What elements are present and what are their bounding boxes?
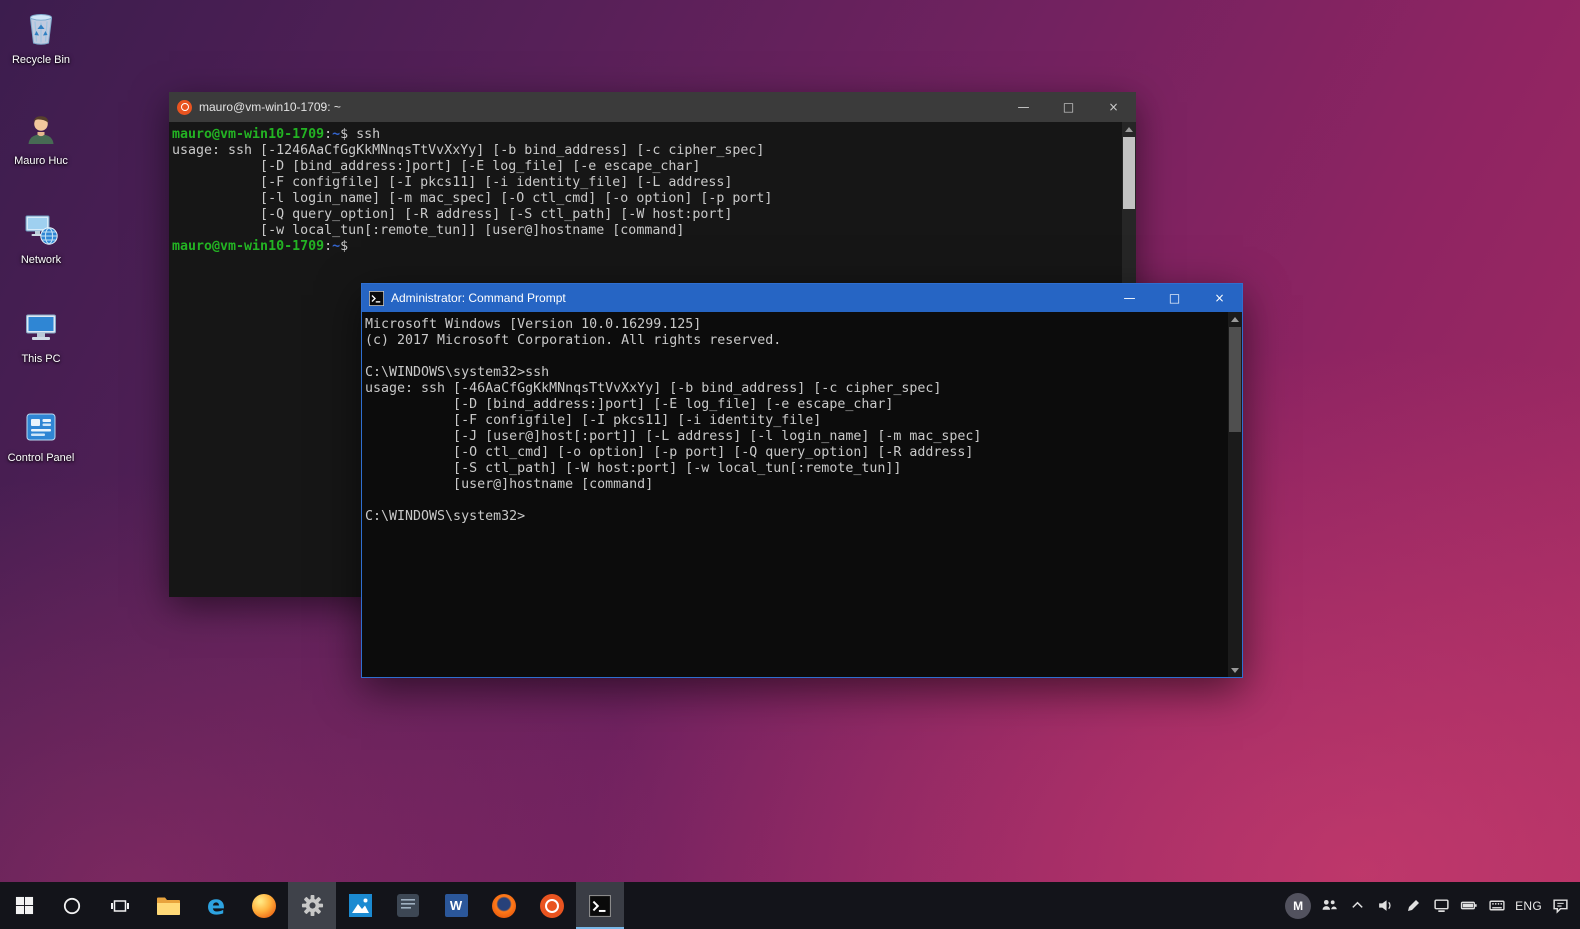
- scrollbar-up-button[interactable]: [1122, 122, 1136, 136]
- touch-keyboard-icon[interactable]: [1483, 882, 1511, 929]
- gear-icon: [301, 894, 324, 917]
- terminal-line: usage: ssh [-1246AaCfGgKkMNnqsTtVvXxYy] …: [172, 143, 765, 158]
- terminal-line: [-J [user@]host[:port]] [-L address] [-l…: [365, 429, 982, 444]
- firefox-button[interactable]: [240, 882, 288, 929]
- desktop-icon-column: Recycle Bin Mauro Huc Network This PC Co…: [2, 10, 80, 465]
- scrollbar-thumb[interactable]: [1123, 137, 1135, 209]
- command-prompt-icon: [589, 894, 611, 917]
- ubuntu-icon: [540, 893, 564, 918]
- terminal-line: [-O ctl_cmd] [-o option] [-p port] [-Q q…: [365, 445, 974, 460]
- desktop-icon-label: Mauro Huc: [14, 155, 68, 167]
- desktop-icon-label: This PC: [21, 353, 61, 365]
- control-panel-icon: [24, 410, 58, 449]
- desktop-icon-label: Network: [20, 254, 62, 266]
- start-button[interactable]: [0, 882, 48, 929]
- terminal-output[interactable]: Microsoft Windows [Version 10.0.16299.12…: [362, 312, 1228, 677]
- command-prompt-icon: [369, 290, 384, 306]
- window-title: Administrator: Command Prompt: [391, 291, 566, 305]
- people-icon[interactable]: [1315, 882, 1343, 929]
- desktop-icon-user-folder[interactable]: Mauro Huc: [2, 111, 80, 168]
- photos-icon: [348, 894, 372, 917]
- desktop-icon-label: Control Panel: [7, 452, 75, 464]
- maximize-button[interactable]: □: [1152, 284, 1197, 312]
- terminal-line: [-D [bind_address:]port] [-E log_file] […: [172, 159, 701, 174]
- edge-icon: e: [206, 890, 226, 921]
- window-title: mauro@vm-win10-1709: ~: [199, 100, 341, 114]
- ubuntu-titlebar[interactable]: mauro@vm-win10-1709: ~ — □ ×: [169, 92, 1136, 122]
- terminal-line: [user@]hostname [command]: [365, 477, 654, 492]
- scrollbar-up-button[interactable]: [1228, 312, 1242, 326]
- network-icon[interactable]: [1427, 882, 1455, 929]
- cortana-search-button[interactable]: [48, 882, 96, 929]
- maximize-button[interactable]: □: [1046, 92, 1091, 122]
- minimize-button[interactable]: —: [1107, 284, 1152, 312]
- volume-icon[interactable]: [1371, 882, 1399, 929]
- task-view-button[interactable]: [96, 882, 144, 929]
- settings-button[interactable]: [288, 882, 336, 929]
- close-button[interactable]: ×: [1197, 284, 1242, 312]
- edge-button[interactable]: e: [192, 882, 240, 929]
- terminal-line: usage: ssh [-46AaCfGgKkMNnqsTtVvXxYy] [-…: [365, 381, 942, 396]
- desktop-icon-label: Recycle Bin: [11, 54, 71, 66]
- taskbar: e W M ENG: [0, 882, 1580, 929]
- system-tray: M ENG: [1281, 882, 1580, 929]
- scrollbar-down-button[interactable]: [1228, 663, 1242, 677]
- terminal-line: C:\WINDOWS\system32>: [365, 509, 526, 524]
- language-indicator[interactable]: ENG: [1511, 882, 1546, 929]
- battery-icon[interactable]: [1455, 882, 1483, 929]
- firefox-icon: [252, 893, 276, 918]
- desktop-icon-network[interactable]: Network: [2, 212, 80, 267]
- action-center-icon[interactable]: [1546, 882, 1574, 929]
- user-icon: [24, 111, 58, 152]
- task-view-icon: [110, 896, 130, 916]
- recycle-bin-icon: [24, 10, 58, 51]
- terminal-line: mauro@vm-win10-1709:~$ ssh: [172, 127, 381, 142]
- user-avatar[interactable]: M: [1281, 882, 1315, 929]
- pen-icon[interactable]: [1399, 882, 1427, 929]
- desktop-icon-this-pc[interactable]: This PC: [2, 311, 80, 366]
- folder-icon: [156, 896, 181, 916]
- word-icon: W: [444, 894, 468, 917]
- terminal-line: Microsoft Windows [Version 10.0.16299.12…: [365, 317, 702, 332]
- close-button[interactable]: ×: [1091, 92, 1136, 122]
- windows-logo-icon: [15, 896, 34, 915]
- ubuntu-button[interactable]: [528, 882, 576, 929]
- scrollbar-thumb[interactable]: [1229, 327, 1241, 432]
- cmd-titlebar[interactable]: Administrator: Command Prompt — □ ×: [362, 284, 1242, 312]
- ubuntu-logo-icon: [177, 99, 192, 115]
- file-explorer-button[interactable]: [144, 882, 192, 929]
- terminal-line: mauro@vm-win10-1709:~$: [172, 239, 357, 254]
- command-prompt-window[interactable]: Administrator: Command Prompt — □ × Micr…: [361, 283, 1243, 678]
- window-controls: — □ ×: [1001, 92, 1136, 122]
- notebook-button[interactable]: [384, 882, 432, 929]
- network-icon: [23, 212, 59, 251]
- terminal-line: [-l login_name] [-m mac_spec] [-O ctl_cm…: [172, 191, 773, 206]
- minimize-button[interactable]: —: [1001, 92, 1046, 122]
- avatar-letter: M: [1285, 892, 1312, 919]
- terminal-line: [-S ctl_path] [-W host:port] [-w local_t…: [365, 461, 902, 476]
- notebook-icon: [397, 894, 419, 917]
- desktop-icon-recycle-bin[interactable]: Recycle Bin: [2, 10, 80, 67]
- show-hidden-icons-button[interactable]: [1343, 882, 1371, 929]
- desktop-icon-control-panel[interactable]: Control Panel: [2, 410, 80, 465]
- cortana-search-icon: [62, 896, 82, 916]
- terminal-line: [-D [bind_address:]port] [-E log_file] […: [365, 397, 894, 412]
- monitor-icon: [23, 311, 59, 350]
- command-prompt-taskbar-button[interactable]: [576, 882, 624, 929]
- photos-button[interactable]: [336, 882, 384, 929]
- firefox-nightly-button[interactable]: [480, 882, 528, 929]
- terminal-line: [-Q query_option] [-R address] [-S ctl_p…: [172, 207, 733, 222]
- terminal-line: [-F configfile] [-I pkcs11] [-i identity…: [172, 175, 733, 190]
- terminal-line: C:\WINDOWS\system32>ssh: [365, 365, 550, 380]
- firefox-nightly-icon: [492, 893, 516, 918]
- terminal-line: (c) 2017 Microsoft Corporation. All righ…: [365, 333, 782, 348]
- terminal-line: [-F configfile] [-I pkcs11] [-i identity…: [365, 413, 822, 428]
- cmd-terminal-body[interactable]: Microsoft Windows [Version 10.0.16299.12…: [362, 312, 1242, 677]
- window-controls: — □ ×: [1107, 284, 1242, 312]
- scrollbar[interactable]: [1228, 312, 1242, 677]
- word-button[interactable]: W: [432, 882, 480, 929]
- terminal-line: [-w local_tun[:remote_tun]] [user@]hostn…: [172, 223, 685, 238]
